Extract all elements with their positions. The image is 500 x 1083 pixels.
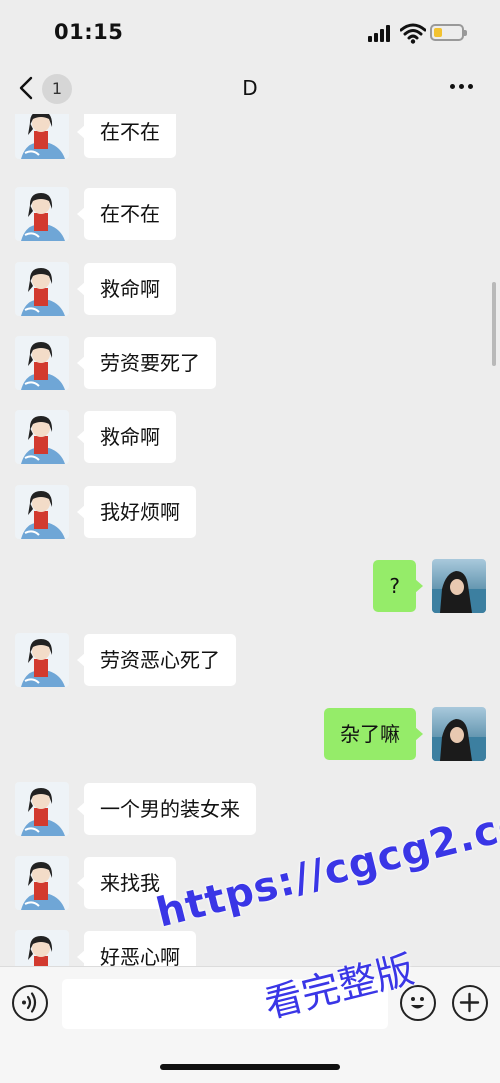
home-indicator [160, 1064, 340, 1070]
message-bubble[interactable]: 在不在 [77, 188, 176, 241]
message-input[interactable] [62, 979, 388, 1029]
back-button[interactable]: 1 [14, 72, 74, 106]
chat-area[interactable]: 在不在 在不在 救命啊 劳资要死了 救命啊 我好烦啊? 劳资恶心死了 杂了嘛 一个男的装女来 来找… [0, 114, 500, 966]
voice-button[interactable] [12, 985, 48, 1021]
ellipsis-icon [450, 84, 455, 89]
status-time: 01:15 [54, 20, 124, 44]
nav-bar: 1 D [0, 62, 500, 114]
contact-avatar[interactable] [15, 114, 69, 159]
plus-icon [459, 992, 480, 1013]
message-incoming: 救命啊 [0, 410, 500, 465]
my-avatar[interactable] [432, 707, 486, 762]
message-incoming: 救命啊 [0, 261, 500, 316]
contact-avatar[interactable] [15, 856, 69, 910]
chevron-left-icon [19, 76, 33, 100]
message-incoming: 劳资恶心死了 [0, 633, 500, 688]
more-button[interactable] [450, 84, 478, 92]
contact-avatar[interactable] [15, 410, 69, 465]
message-incoming: 在不在 [0, 114, 500, 159]
message-bubble[interactable]: 救命啊 [77, 262, 176, 315]
contact-avatar[interactable] [15, 335, 69, 390]
message-bubble[interactable]: 劳资恶心死了 [77, 634, 236, 687]
message-bubble[interactable]: 一个男的装女来 [77, 782, 256, 835]
message-incoming: 我好烦啊 [0, 484, 500, 539]
voice-icon [22, 992, 37, 1013]
message-bubble[interactable]: 好恶心啊 [77, 931, 196, 966]
chat-title: D [242, 76, 258, 100]
message-bubble[interactable]: 在不在 [77, 114, 176, 158]
contact-avatar[interactable] [15, 930, 69, 966]
message-incoming: 好恶心啊 [0, 930, 500, 966]
message-bubble[interactable]: 杂了嘛 [324, 708, 423, 761]
emoji-button[interactable] [400, 985, 436, 1021]
unread-badge: 1 [42, 74, 72, 104]
message-bubble[interactable]: 我好烦啊 [77, 485, 196, 538]
my-avatar[interactable] [432, 558, 486, 613]
contact-avatar[interactable] [15, 781, 69, 836]
contact-avatar[interactable] [15, 633, 69, 688]
plus-button[interactable] [452, 985, 488, 1021]
wifi-icon [400, 23, 426, 44]
message-outgoing: ? [0, 558, 500, 613]
scrollbar[interactable] [492, 282, 496, 366]
contact-avatar[interactable] [15, 261, 69, 316]
status-bar: 01:15 [0, 0, 500, 62]
contact-avatar[interactable] [15, 484, 69, 539]
message-incoming: 在不在 [0, 187, 500, 242]
contact-avatar[interactable] [15, 187, 69, 242]
message-incoming: 一个男的装女来 [0, 781, 500, 836]
message-incoming: 来找我 [0, 856, 500, 910]
message-bubble[interactable]: ? [373, 559, 423, 612]
emoji-icon [411, 997, 424, 1009]
message-incoming: 劳资要死了 [0, 335, 500, 390]
message-bubble[interactable]: 救命啊 [77, 411, 176, 464]
message-bubble[interactable]: 劳资要死了 [77, 336, 216, 389]
message-outgoing: 杂了嘛 [0, 707, 500, 762]
battery-icon [430, 24, 467, 41]
message-bubble[interactable]: 来找我 [77, 857, 176, 909]
signal-icon [368, 24, 394, 42]
